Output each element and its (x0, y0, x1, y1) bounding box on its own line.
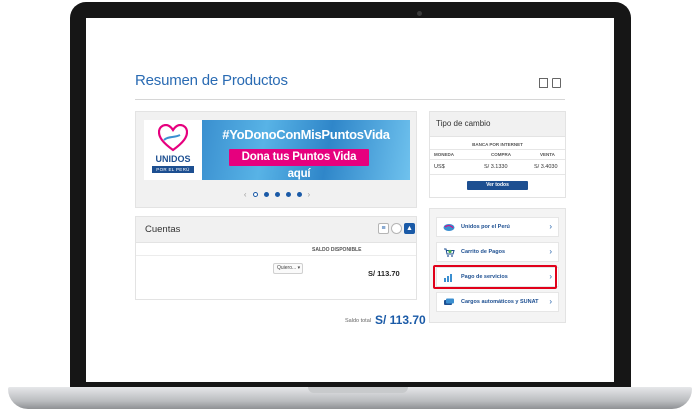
chevron-right-icon: › (549, 222, 552, 231)
cuentas-title: Cuentas (145, 224, 181, 235)
carousel-dot[interactable] (296, 192, 302, 197)
cuentas-header: Cuentas ≡ ▲ (136, 217, 416, 243)
banner-cta: Dona tus Puntos Vida aquí (229, 149, 369, 180)
carousel-prev-arrow[interactable]: ‹ (244, 190, 247, 199)
link-label: Cargos automáticos y SUNAT (461, 299, 539, 305)
camera-icon (417, 11, 422, 16)
heart-icon (158, 124, 188, 152)
carousel-dot[interactable] (252, 192, 258, 197)
link-label: Carrito de Pagos (461, 249, 506, 255)
screen: Resumen de Productos UNIDOS POR EL PERÚ … (86, 18, 614, 382)
quiero-select[interactable]: Quiero... ▾ (273, 263, 303, 274)
link-carrito-de-pagos[interactable]: Carrito de Pagos › (436, 242, 559, 262)
carousel-next-arrow[interactable]: › (308, 190, 311, 199)
banner-art: #YoDonoConMisPuntosVida Dona tus Puntos … (202, 120, 410, 180)
tc-divider (430, 174, 565, 175)
highlight-box (433, 265, 557, 289)
banner-image[interactable]: UNIDOS POR EL PERÚ #YoDonoConMisPuntosVi… (144, 120, 410, 180)
logo-text: UNIDOS (155, 154, 191, 164)
tipo-cambio-header: Tipo de cambio (430, 112, 565, 137)
tipo-cambio-panel: Tipo de cambio BANCA POR INTERNET MONEDA… (429, 111, 566, 198)
saldo-disponible-header: SALDO DISPONIBLE (312, 247, 362, 253)
currency-cell: US$ (434, 164, 445, 170)
collapse-icon[interactable]: ▲ (404, 223, 415, 234)
unidos-logo: UNIDOS POR EL PERÚ (144, 120, 202, 180)
venta-cell: S/ 3.4030 (534, 164, 558, 170)
laptop-notch (308, 387, 408, 393)
carousel-dot[interactable] (285, 192, 291, 197)
print-icon[interactable] (552, 78, 561, 88)
link-label: Unidos por el Perú (461, 224, 510, 230)
export-icon[interactable] (539, 78, 548, 88)
link-cargos-automaticos[interactable]: Cargos automáticos y SUNAT › (436, 292, 559, 312)
carousel-dot[interactable] (274, 192, 280, 197)
saldo-total-label: Saldo total (345, 318, 371, 324)
ver-todos-button[interactable]: Ver todos (467, 181, 528, 190)
tc-divider (430, 149, 565, 150)
banner-carousel: UNIDOS POR EL PERÚ #YoDonoConMisPuntosVi… (135, 111, 417, 208)
banner-hashtag: #YoDonoConMisPuntosVida (222, 127, 390, 142)
col-moneda: MONEDA (434, 152, 454, 157)
carousel-pager: ‹ › (136, 190, 418, 199)
quiero-select-label: Quiero... (277, 265, 297, 271)
chevron-down-icon: ▾ (297, 265, 301, 271)
header-divider (135, 99, 565, 100)
laptop-base (8, 387, 692, 409)
list-view-icon[interactable]: ≡ (378, 223, 389, 234)
unidos-logo-icon (443, 224, 455, 231)
link-unidos-por-el-peru[interactable]: Unidos por el Perú › (436, 217, 559, 237)
tc-divider (430, 159, 565, 160)
chevron-right-icon: › (549, 297, 552, 306)
chevron-right-icon: › (549, 247, 552, 256)
cart-icon (444, 248, 455, 257)
col-venta: VENTA (540, 152, 555, 157)
cuentas-panel: Cuentas ≡ ▲ SALDO DISPONIBLE Quiero... ▾… (135, 216, 417, 300)
cards-icon (444, 298, 454, 305)
saldo-total-amount: S/ 113.70 (375, 313, 426, 327)
col-compra: COMPRA (491, 152, 511, 157)
tipo-cambio-title: Tipo de cambio (436, 119, 491, 128)
page-title: Resumen de Productos (135, 72, 288, 89)
compra-cell: S/ 3.1330 (484, 164, 508, 170)
account-balance: S/ 113.70 (368, 269, 400, 278)
tipo-cambio-subtitle: BANCA POR INTERNET (472, 142, 523, 147)
row-divider (136, 255, 416, 256)
logo-subtext: POR EL PERÚ (152, 166, 194, 173)
globe-icon[interactable] (391, 223, 402, 234)
carousel-dot[interactable] (263, 192, 269, 197)
